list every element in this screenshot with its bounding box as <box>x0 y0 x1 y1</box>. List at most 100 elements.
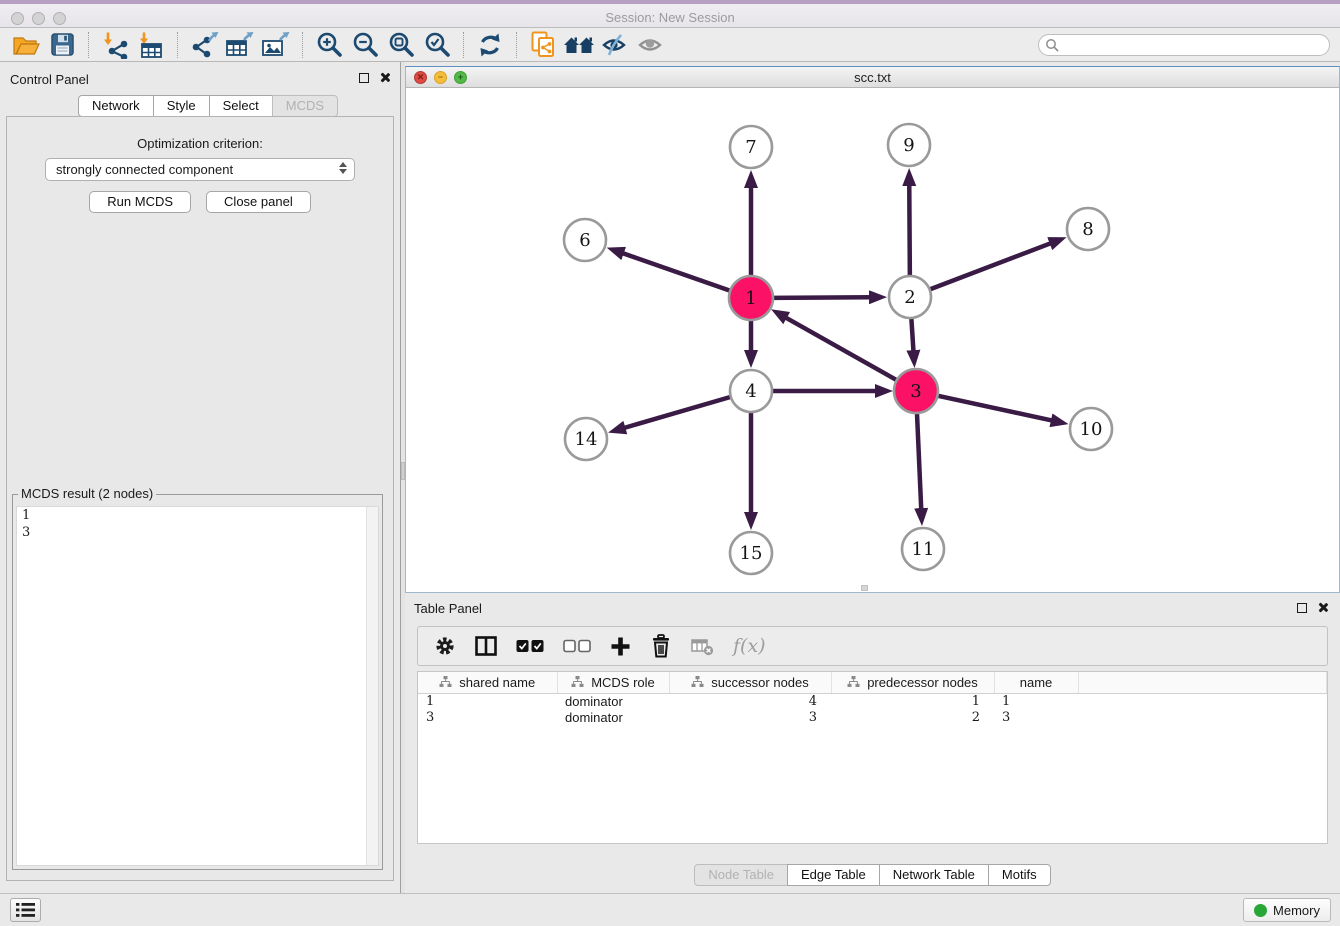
graph-edge-2-3[interactable] <box>911 319 913 352</box>
table-cell[interactable]: 1 <box>418 693 557 709</box>
graph-edge-3-10[interactable] <box>937 396 1052 421</box>
table-toolbar: f(x) <box>417 626 1328 666</box>
split-view-icon[interactable] <box>475 636 497 656</box>
tab-network[interactable]: Network <box>78 95 154 117</box>
zoom-selected-icon[interactable] <box>419 30 455 60</box>
graph-edge-2-9[interactable] <box>909 184 910 275</box>
search-input[interactable] <box>1059 36 1329 54</box>
graph-node-label-8: 8 <box>1082 219 1093 240</box>
tab-select[interactable]: Select <box>209 95 273 117</box>
table-cell[interactable]: dominator <box>557 709 669 725</box>
table-cell[interactable]: 1 <box>831 693 994 709</box>
open-session-icon[interactable] <box>8 30 44 60</box>
graph-node-label-2: 2 <box>904 287 915 308</box>
toolbar-separator <box>302 32 303 58</box>
table-row[interactable]: 1dominator411 <box>418 693 1327 709</box>
mcds-result-group: MCDS result (2 nodes) 13 <box>12 494 383 870</box>
canvas-scroll-grip[interactable] <box>861 585 868 591</box>
graph-node-label-9: 9 <box>903 135 914 156</box>
optimization-criterion-label: Optimization criterion: <box>0 136 400 151</box>
float-panel-icon[interactable] <box>359 73 369 83</box>
export-network-icon[interactable] <box>186 30 222 60</box>
export-table-icon[interactable] <box>222 30 258 60</box>
tab-edge-table[interactable]: Edge Table <box>787 864 880 886</box>
column-header-predecessor-nodes[interactable]: predecessor nodes <box>831 672 994 693</box>
control-panel-tabs: Network Style Select MCDS <box>78 95 338 117</box>
tab-network-table[interactable]: Network Table <box>879 864 989 886</box>
session-title: Session: New Session <box>0 10 1340 25</box>
table-panel-title: Table Panel <box>414 601 482 616</box>
import-network-icon[interactable] <box>97 30 133 60</box>
save-session-icon[interactable] <box>44 30 80 60</box>
mcds-result-list[interactable]: 13 <box>16 506 379 866</box>
network-titlebar[interactable]: ✕ − + scc.txt <box>406 67 1339 88</box>
close-table-panel-icon[interactable] <box>1317 602 1328 613</box>
memory-button[interactable]: Memory <box>1243 898 1331 922</box>
deselect-all-icon[interactable] <box>563 639 591 653</box>
table-row[interactable]: 3dominator323 <box>418 709 1327 725</box>
network-graph-svg: 7968124314101511 <box>406 88 1339 592</box>
graph-edge-3-11[interactable] <box>917 413 921 510</box>
table-cell[interactable]: 1 <box>994 693 1078 709</box>
zoom-in-icon[interactable] <box>311 30 347 60</box>
graph-node-label-11: 11 <box>912 539 935 560</box>
tab-node-table[interactable]: Node Table <box>694 864 788 886</box>
column-header-name[interactable]: name <box>994 672 1078 693</box>
criterion-dropdown[interactable]: strongly connected component <box>45 158 355 181</box>
app-window: Session: New Session <box>0 0 1340 926</box>
column-header-shared-name[interactable]: shared name <box>418 672 557 693</box>
toolbar-separator <box>177 32 178 58</box>
node-table[interactable]: shared name MCDS role successor nodes pr… <box>417 671 1328 844</box>
column-header-successor-nodes[interactable]: successor nodes <box>669 672 831 693</box>
hide-selected-icon[interactable] <box>597 30 633 60</box>
column-settings-gear-icon[interactable] <box>434 635 456 657</box>
toolbar-separator <box>88 32 89 58</box>
network-canvas[interactable]: 7968124314101511 <box>406 88 1339 592</box>
table-tabs: Node Table Edge Table Network Table Moti… <box>405 864 1340 886</box>
tab-mcds[interactable]: MCDS <box>272 95 338 117</box>
control-panel-title: Control Panel <box>10 72 89 87</box>
select-all-icon[interactable] <box>516 639 544 653</box>
graph-edge-1-6[interactable] <box>622 253 730 291</box>
result-scrollbar[interactable] <box>366 507 378 865</box>
flat-attribute-icon <box>691 676 704 688</box>
memory-status-icon <box>1254 904 1267 917</box>
table-cell[interactable]: 2 <box>831 709 994 725</box>
graph-edge-4-14[interactable] <box>623 397 729 428</box>
main-toolbar <box>0 28 1340 62</box>
search-field[interactable] <box>1038 34 1330 56</box>
flat-attribute-icon <box>571 676 584 688</box>
table-cell[interactable]: 4 <box>669 693 831 709</box>
add-column-icon[interactable] <box>610 636 631 657</box>
column-header-mcds-role[interactable]: MCDS role <box>557 672 669 693</box>
new-network-from-selection-icon[interactable] <box>525 30 561 60</box>
toolbar-separator <box>463 32 464 58</box>
network-title: scc.txt <box>406 70 1339 85</box>
zoom-out-icon[interactable] <box>347 30 383 60</box>
run-mcds-button[interactable]: Run MCDS <box>89 191 191 213</box>
graph-edge-1-2[interactable] <box>773 297 871 298</box>
import-table-icon[interactable] <box>133 30 169 60</box>
refresh-view-icon[interactable] <box>472 30 508 60</box>
table-header-row: shared name MCDS role successor nodes pr… <box>418 672 1327 693</box>
column-header-filler <box>1078 672 1327 693</box>
table-cell[interactable]: 3 <box>994 709 1078 725</box>
node-table-body: 1dominator4113dominator323 <box>418 693 1327 725</box>
tab-style[interactable]: Style <box>153 95 210 117</box>
tab-motifs[interactable]: Motifs <box>988 864 1051 886</box>
export-image-icon[interactable] <box>258 30 294 60</box>
float-table-panel-icon[interactable] <box>1297 603 1307 613</box>
table-cell[interactable]: dominator <box>557 693 669 709</box>
show-all-icon[interactable] <box>633 30 669 60</box>
graph-edge-2-8[interactable] <box>931 243 1052 289</box>
close-panel-button[interactable]: Close panel <box>206 191 311 213</box>
table-cell[interactable]: 3 <box>418 709 557 725</box>
graph-node-label-1: 1 <box>745 288 756 309</box>
table-cell[interactable]: 3 <box>669 709 831 725</box>
delete-column-trash-icon[interactable] <box>650 634 672 658</box>
zoom-fit-icon[interactable] <box>383 30 419 60</box>
first-neighbors-icon[interactable] <box>561 30 597 60</box>
graph-edge-3-1[interactable] <box>785 317 897 380</box>
task-history-button[interactable] <box>10 898 41 922</box>
close-panel-icon[interactable] <box>379 72 390 83</box>
